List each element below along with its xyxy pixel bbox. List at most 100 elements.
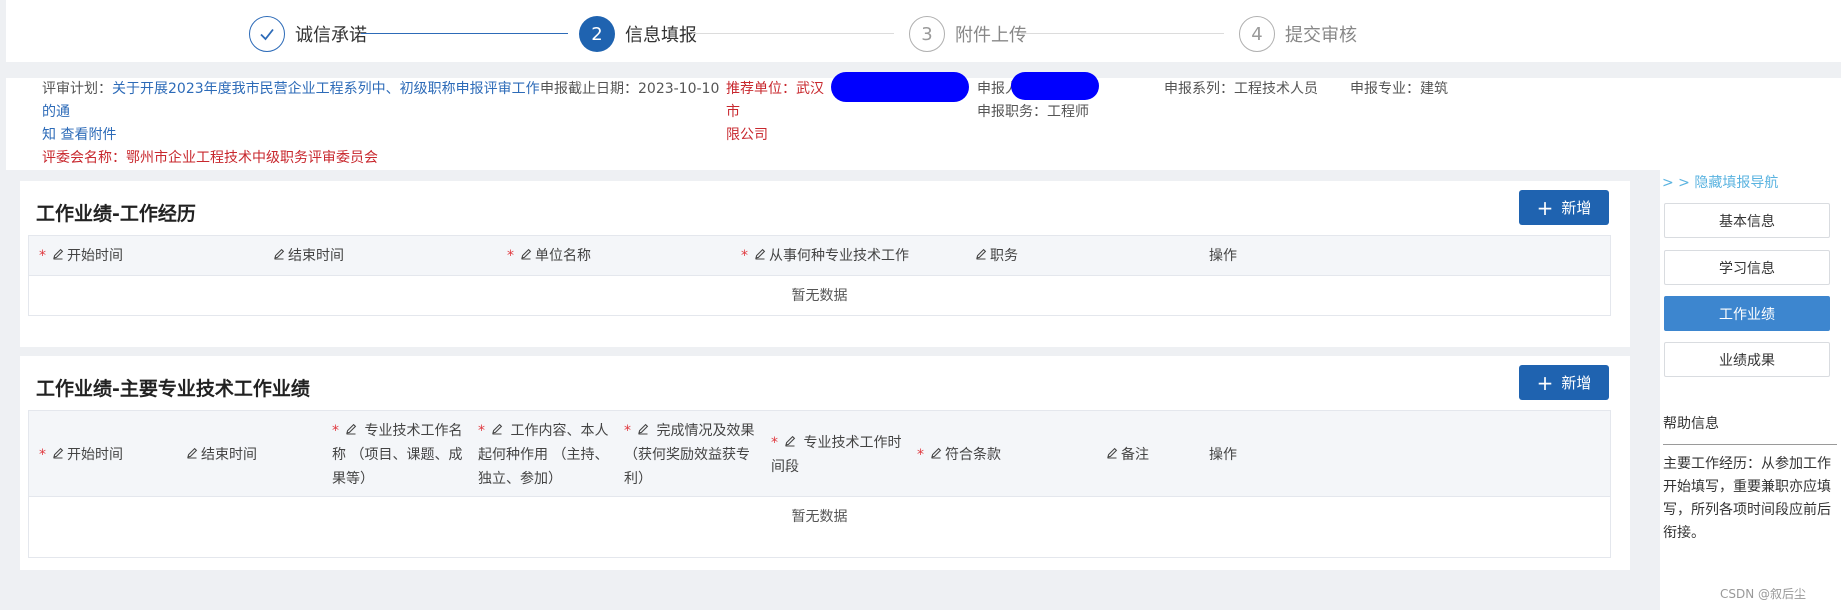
work-experience-card: 工作业绩-工作经历 + 新增 * 开始时间 结束时间 * 单位名称 * 从事何种专业技术… <box>20 181 1630 347</box>
application-info-panel: 评审计划：关于开展2023年度我市民营企业工程系列中、初级职称申报评审工作的通 … <box>6 72 1841 170</box>
nav-work-performance[interactable]: 工作业绩 <box>1664 296 1830 331</box>
deadline-info: 申报截止日期：2023-10-10 <box>540 78 719 101</box>
committee-name: 评委会名称：鄂州市企业工程技术中级职务评审委员会 <box>42 150 378 166</box>
edit-icon <box>930 443 942 467</box>
position-value: 工程师 <box>1047 104 1089 120</box>
edit-icon <box>637 423 649 439</box>
step-2-label: 信息填报 <box>625 25 697 46</box>
help-text: 主要工作经历：从参加工作开始填写，重要兼职亦应填写，所列各项时间段应前后衔接。 <box>1663 456 1831 541</box>
edit-icon <box>975 244 987 268</box>
col-end-time: 结束时间 <box>273 244 344 268</box>
work-experience-table: * 开始时间 结束时间 * 单位名称 * 从事何种专业技术工作 职务 操作 暂无数据 <box>28 235 1611 316</box>
plus-icon: + <box>1536 370 1554 395</box>
section-title: 工作业绩-工作经历 <box>36 203 196 225</box>
specialty-value: 建筑 <box>1420 81 1448 97</box>
required-marker: * <box>624 423 631 439</box>
required-marker: * <box>39 447 46 463</box>
add-button-label: 新增 <box>1561 374 1592 392</box>
required-marker: * <box>39 248 46 264</box>
col-project-name: * 专业技术工作名 称 （项目、课题、成 果等） <box>332 423 463 487</box>
redaction-mark <box>1011 72 1099 100</box>
specialty-info: 申报专业：建筑 <box>1350 78 1448 101</box>
progress-stepper: 诚信承诺 2 信息填报 3 附件上传 4 提交审核 <box>6 0 1841 62</box>
required-marker: * <box>507 248 514 264</box>
recommend-value-continued: 限公司 <box>726 127 768 143</box>
watermark: CSDN @叙后尘 <box>1720 587 1807 601</box>
help-title: 帮助信息 <box>1663 416 1719 432</box>
edit-icon <box>186 443 198 467</box>
recommend-label: 推荐单位： <box>726 81 796 97</box>
add-button[interactable]: + 新增 <box>1519 190 1609 225</box>
step-2: 2 信息填报 <box>579 16 697 52</box>
series-info: 申报系列：工程技术人员 <box>1164 78 1318 101</box>
technical-achievement-table: * 开始时间 结束时间 * 专业技术工作名 称 （项目、课题、成 果等） * 工作… <box>28 410 1611 558</box>
deadline-value: 2023-10-10 <box>638 81 720 97</box>
nav-basic-info[interactable]: 基本信息 <box>1664 203 1830 238</box>
table-header: * 开始时间 结束时间 * 单位名称 * 从事何种专业技术工作 职务 操作 <box>29 236 1610 276</box>
table-header: * 开始时间 结束时间 * 专业技术工作名 称 （项目、课题、成 果等） * 工作… <box>29 411 1610 497</box>
col-remarks: 备注 <box>1106 443 1149 467</box>
col-company-name: * 单位名称 <box>507 244 591 268</box>
hide-nav-toggle[interactable]: > > 隐藏填报导航 <box>1662 172 1778 192</box>
step-3: 3 附件上传 <box>909 16 1027 52</box>
col-actions: 操作 <box>1209 248 1237 264</box>
step-4-label: 提交审核 <box>1285 25 1357 46</box>
plan-info: 评审计划：关于开展2023年度我市民营企业工程系列中、初级职称申报评审工作的通 … <box>42 78 542 170</box>
deadline-label: 申报截止日期： <box>540 81 638 97</box>
step-connector <box>1021 33 1224 34</box>
col-end-time: 结束时间 <box>186 443 257 467</box>
required-marker: * <box>332 423 339 439</box>
plan-label: 评审计划： <box>42 81 112 97</box>
plan-link-continued[interactable]: 知 <box>42 127 56 143</box>
technical-achievement-card: 工作业绩-主要专业技术工作业绩 + 新增 * 开始时间 结束时间 * 专业技术工作名… <box>20 356 1630 570</box>
edit-icon <box>784 435 796 451</box>
edit-icon <box>754 244 766 268</box>
nav-study-info[interactable]: 学习信息 <box>1664 250 1830 285</box>
plus-icon: + <box>1536 195 1554 220</box>
edit-icon <box>345 423 357 439</box>
series-label: 申报系列： <box>1164 81 1234 97</box>
series-value: 工程技术人员 <box>1234 81 1318 97</box>
col-start-time: * 开始时间 <box>39 244 123 268</box>
add-button-label: 新增 <box>1561 199 1592 217</box>
view-attachment-link[interactable]: 查看附件 <box>60 127 116 143</box>
edit-icon <box>273 244 285 268</box>
col-actions: 操作 <box>1209 447 1237 463</box>
section-title: 工作业绩-主要专业技术工作业绩 <box>36 378 310 400</box>
step-4: 4 提交审核 <box>1239 16 1357 52</box>
edit-icon <box>52 443 64 467</box>
required-marker: * <box>917 447 924 463</box>
step-4-number: 4 <box>1239 16 1275 52</box>
empty-placeholder: 暂无数据 <box>791 509 848 525</box>
specialty-label: 申报专业： <box>1350 81 1420 97</box>
step-3-label: 附件上传 <box>955 25 1027 46</box>
nav-achievements[interactable]: 业绩成果 <box>1664 342 1830 377</box>
edit-icon <box>52 244 64 268</box>
edit-icon <box>520 244 532 268</box>
add-button[interactable]: + 新增 <box>1519 365 1609 400</box>
col-work-period: * 专业技术工作时 间段 <box>771 435 902 475</box>
recommend-info: 推荐单位：武汉市 限公司 <box>726 78 836 147</box>
step-1-label: 诚信承诺 <box>295 25 367 46</box>
position-label: 申报职务： <box>977 104 1047 120</box>
edit-icon <box>1106 443 1118 467</box>
main-content: 工作业绩-工作经历 + 新增 * 开始时间 结束时间 * 单位名称 * 从事何种专业技术… <box>13 177 1645 570</box>
edit-icon <box>491 423 503 439</box>
col-matching-clause: * 符合条款 <box>917 443 1001 467</box>
plan-link[interactable]: 关于开展2023年度我市民营企业工程系列中、初级职称申报评审工作的通 <box>42 81 540 120</box>
step-connector <box>361 33 568 34</box>
step-3-number: 3 <box>909 16 945 52</box>
form-navigation-sidebar: > > 隐藏填报导航 基本信息 学习信息 工作业绩 业绩成果 帮助信息 主要工作… <box>1660 170 1841 610</box>
step-1: 诚信承诺 <box>249 16 367 52</box>
required-marker: * <box>771 435 778 451</box>
step-2-number: 2 <box>579 16 615 52</box>
step-connector <box>692 33 894 34</box>
required-marker: * <box>478 423 485 439</box>
col-work-content: * 工作内容、本人 起何种作用 （主持、 独立、参加） <box>478 423 609 487</box>
col-completion-effect: * 完成情况及效果 （获何奖励效益获专 利） <box>624 423 755 487</box>
col-technical-work: * 从事何种专业技术工作 <box>741 244 909 268</box>
empty-placeholder: 暂无数据 <box>791 288 848 304</box>
col-start-time: * 开始时间 <box>39 443 123 467</box>
required-marker: * <box>741 248 748 264</box>
check-icon <box>249 16 285 52</box>
